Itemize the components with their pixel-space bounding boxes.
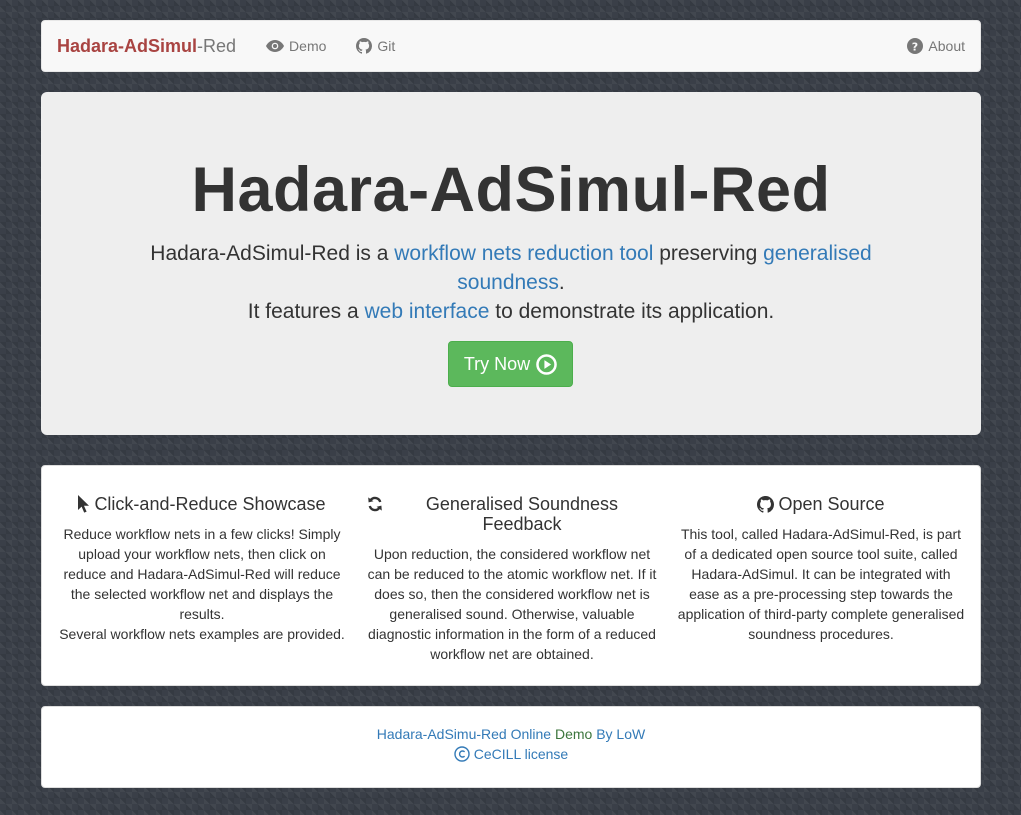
lead-text: preserving [653,242,764,265]
github-icon [757,495,775,513]
link-web-interface[interactable]: web interface [365,300,490,323]
eye-icon [266,40,285,52]
copyright-icon [454,746,470,762]
nav-about[interactable]: ? About [907,38,965,54]
feature-description: Reduce workflow nets in a few clicks! Si… [59,526,345,642]
footer: Hadara-AdSimu-Red Online Demo By LoW CeC… [41,706,981,788]
lead-text: . [558,271,565,294]
footer-low-link[interactable]: By LoW [596,726,645,742]
nav-git-label: Git [377,38,396,54]
link-workflow-nets-reduction[interactable]: workflow nets reduction tool [394,242,653,265]
features-panel: Click-and-Reduce Showcase Reduce workflo… [41,465,981,686]
feature-description: This tool, called Hadara-AdSimul-Red, is… [677,526,965,642]
lead-text: to demonstrate its application. [489,300,775,323]
question-circle-icon: ? [907,38,924,54]
top-navbar: Hadara-AdSimul-Red Demo Git ? About [41,20,981,72]
refresh-icon [368,496,382,512]
try-now-button[interactable]: Try Now [448,341,573,387]
hero-section: Hadara-AdSimul-Red Hadara-AdSimul-Red is… [41,92,981,435]
nav-demo-label: Demo [289,38,327,54]
footer-credits: Hadara-AdSimu-Red Online Demo By LoW [42,724,980,744]
feature-title: Open Source [676,494,966,514]
feature-soundness-feedback: Generalised Soundness Feedback Upon redu… [367,494,657,664]
feature-title: Click-and-Reduce Showcase [57,494,347,514]
lead-text: It features a [247,300,365,323]
svg-text:?: ? [912,40,918,53]
cursor-icon [78,495,90,513]
feature-description: Upon reduction, the considered workflow … [367,546,657,662]
github-icon [356,38,373,54]
hero-lead: Hadara-AdSimul-Red is a workflow nets re… [136,239,886,326]
brand-main: Hadara-AdSimul [57,35,198,56]
play-circle-icon [536,353,557,375]
lead-text: Hadara-AdSimul-Red is a [150,242,395,265]
nav-about-label: About [928,38,965,54]
hero-title: Hadara-AdSimul-Red [191,155,831,225]
feature-click-and-reduce: Click-and-Reduce Showcase Reduce workflo… [57,494,347,644]
try-now-label: Try Now [463,353,531,374]
license-link[interactable]: CeCILL license [474,744,568,764]
footer-demo-text: Demo [551,726,597,742]
nav-demo[interactable]: Demo [266,38,326,54]
brand-suffix: -Red [197,35,237,56]
feature-open-source: Open Source This tool, called Hadara-AdS… [676,494,966,644]
footer-license: CeCILL license [42,744,980,764]
brand-link[interactable]: Hadara-AdSimul-Red [57,36,236,57]
nav-git[interactable]: Git [356,38,395,54]
footer-online-link[interactable]: Hadara-AdSimu-Red Online [377,726,551,742]
feature-title: Generalised Soundness Feedback [367,494,657,534]
